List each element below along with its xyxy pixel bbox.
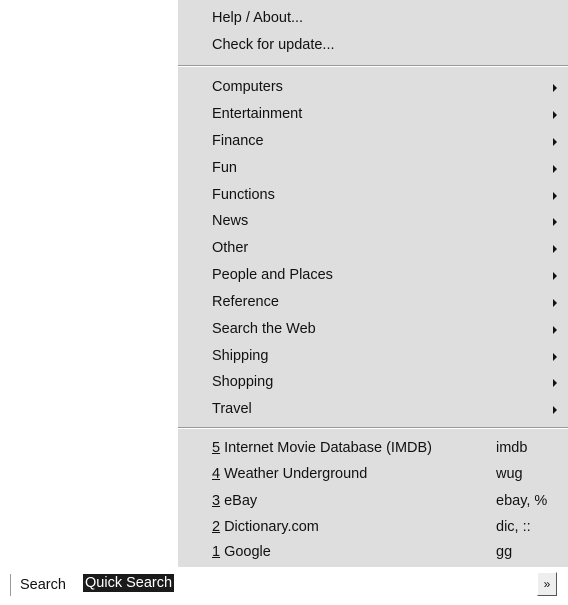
menu-item-shopping[interactable]: Shopping [178,370,568,395]
submenu-arrow-icon [553,299,557,307]
submenu-arrow-icon [553,353,557,361]
submenu-arrow-icon [553,165,557,173]
search-go-button[interactable]: » [537,572,557,596]
menu-separator [178,427,568,429]
menu-item-label: News [212,213,249,229]
menu-item-recent-imdb[interactable]: 5 Internet Movie Database (IMDB) imdb [178,436,568,461]
context-menu: Help / About... Check for update... Comp… [178,0,568,567]
menu-item-computers[interactable]: Computers [178,75,568,100]
submenu-arrow-icon [553,272,557,280]
menu-item-label: Finance [212,133,264,149]
menu-item-travel[interactable]: Travel [178,397,568,422]
menu-item-label: Reference [212,294,279,310]
search-input-value: Quick Search [83,574,175,592]
accelerator-number: 4 [212,466,221,482]
menu-item-label: Shipping [212,348,269,364]
submenu-arrow-icon [553,218,557,226]
menu-item-label: Entertainment [212,106,303,122]
menu-item-recent-weather-underground[interactable]: 4 Weather Underground wug [178,462,568,487]
submenu-arrow-icon [553,245,557,253]
menu-item-label: 5 Internet Movie Database (IMDB) [212,440,432,456]
menu-item-label: Fun [212,160,237,176]
submenu-arrow-icon [553,84,557,92]
recent-item-label: Internet Movie Database (IMDB) [224,440,432,456]
submenu-arrow-icon [553,406,557,414]
submenu-arrow-icon [553,379,557,387]
menu-item-other[interactable]: Other [178,236,568,261]
menu-item-people-and-places[interactable]: People and Places [178,263,568,288]
menu-item-label: Check for update... [212,37,335,53]
recent-item-label: Dictionary.com [224,519,319,535]
menu-item-label: 2 Dictionary.com [212,519,319,535]
submenu-arrow-icon [553,326,557,334]
menu-separator [178,65,568,67]
recent-item-label: Weather Underground [224,466,368,482]
menu-item-recent-dictionary[interactable]: 2 Dictionary.com dic, :: [178,515,568,540]
recent-item-label: eBay [224,493,258,509]
menu-item-label: People and Places [212,267,333,283]
menu-item-news[interactable]: News [178,209,568,234]
menu-item-label: Other [212,240,249,256]
menu-item-help-about[interactable]: Help / About... [178,6,568,31]
submenu-arrow-icon [553,111,557,119]
menu-item-recent-google[interactable]: 1 Google gg [178,540,568,565]
menu-item-label: Functions [212,187,275,203]
accelerator-number: 3 [212,493,221,509]
menu-item-finance[interactable]: Finance [178,129,568,154]
recent-item-label: Google [224,544,271,560]
toolbar-grip-handle[interactable] [10,574,14,596]
menu-item-label: Computers [212,79,283,95]
menu-item-fun[interactable]: Fun [178,156,568,181]
menu-item-shipping[interactable]: Shipping [178,344,568,369]
menu-item-label: 1 Google [212,544,271,560]
menu-item-functions[interactable]: Functions [178,183,568,208]
menu-item-label: Travel [212,401,252,417]
keyword-shortcut: gg [496,544,513,560]
menu-item-label: Shopping [212,374,274,390]
menu-item-label: 3 eBay [212,493,257,509]
menu-item-recent-ebay[interactable]: 3 eBay ebay, % [178,489,568,514]
menu-item-label: 4 Weather Underground [212,466,367,482]
keyword-shortcut: wug [496,466,523,482]
accelerator-number: 5 [212,440,221,456]
keyword-shortcut: imdb [496,440,528,456]
menu-item-label: Search the Web [212,321,316,337]
menu-item-reference[interactable]: Reference [178,290,568,315]
submenu-arrow-icon [553,192,557,200]
menu-item-check-for-update[interactable]: Check for update... [178,33,568,58]
keyword-shortcut: ebay, % [496,493,548,509]
menu-item-entertainment[interactable]: Entertainment [178,102,568,127]
search-label: Search [20,577,66,593]
accelerator-number: 2 [212,519,221,535]
search-input[interactable]: Quick Search [83,574,528,594]
menu-item-search-the-web[interactable]: Search the Web [178,317,568,342]
submenu-arrow-icon [553,138,557,146]
keyword-shortcut: dic, :: [496,519,531,535]
menu-item-label: Help / About... [212,10,304,26]
accelerator-number: 1 [212,544,221,560]
